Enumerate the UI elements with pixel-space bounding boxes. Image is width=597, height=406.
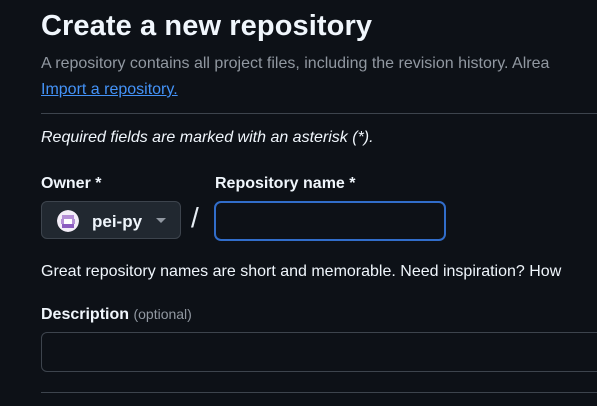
repository-name-hint: Great repository names are short and mem… bbox=[41, 263, 562, 280]
owner-label: Owner * bbox=[41, 175, 102, 192]
description-input[interactable] bbox=[41, 332, 597, 372]
description-label: Description bbox=[41, 306, 130, 323]
required-fields-note: Required fields are marked with an aster… bbox=[41, 129, 374, 146]
chevron-down-icon bbox=[156, 218, 166, 223]
import-repository-link[interactable]: Import a repository. bbox=[41, 81, 178, 99]
owner-repo-separator: / bbox=[191, 202, 199, 233]
owner-selected-value: pei-py bbox=[92, 212, 143, 231]
top-divider bbox=[41, 113, 597, 114]
repository-name-input[interactable] bbox=[214, 201, 446, 241]
page-subtitle: A repository contains all project files,… bbox=[41, 55, 550, 72]
optional-tag: (optional) bbox=[133, 306, 192, 322]
repository-name-label: Repository name * bbox=[215, 175, 356, 192]
page-title: Create a new repository bbox=[41, 10, 373, 42]
description-label-row: Description (optional) bbox=[41, 306, 192, 324]
bottom-divider bbox=[41, 392, 597, 393]
owner-avatar bbox=[57, 210, 79, 232]
owner-select[interactable]: pei-py bbox=[41, 201, 181, 239]
